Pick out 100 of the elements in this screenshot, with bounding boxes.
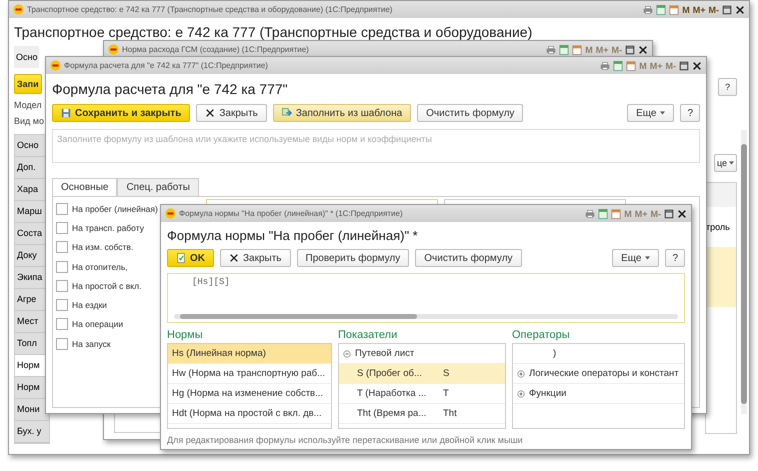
form-heading: Формула нормы "На пробег (линейная)" *	[167, 228, 419, 243]
memory-button[interactable]: M-	[708, 4, 719, 14]
form-tab[interactable]: Осно	[14, 46, 40, 68]
list-item[interactable]: Hg (Норма на изменение собств...	[168, 384, 331, 404]
checkbox[interactable]: На пробег (линейная)	[56, 199, 158, 218]
close-button[interactable]: Закрыть	[220, 249, 291, 267]
code-cell-text: Tht	[443, 407, 457, 421]
list-item[interactable]: Hw (Норма на транспортную раб...	[168, 364, 331, 384]
formula-editor[interactable]: [Hs][S]	[167, 273, 685, 323]
close-icon[interactable]	[638, 44, 648, 54]
close-button[interactable]: Закрыть	[196, 104, 267, 122]
calculator-icon[interactable]	[656, 4, 666, 14]
help-button[interactable]: ?	[680, 104, 700, 122]
primary-button[interactable]: Сохранить и закрыть	[52, 104, 190, 122]
table-row[interactable]	[706, 183, 736, 207]
tree-item: Tht (Время ра...	[357, 407, 428, 421]
expand-icon[interactable]	[517, 390, 525, 398]
tree-item[interactable]: Функции	[529, 384, 566, 403]
collapse-icon[interactable]	[343, 350, 351, 358]
section-title: Нормы	[167, 329, 204, 341]
document-check-icon	[176, 253, 186, 263]
tab[interactable]: Основные	[52, 178, 118, 197]
toolbar-button[interactable]: Проверить формулу	[296, 249, 410, 267]
help-button[interactable]: ?	[665, 249, 685, 267]
table-row[interactable]	[706, 247, 736, 307]
calculator-icon[interactable]	[613, 60, 624, 70]
formula-text: [Hs][S]	[191, 277, 231, 287]
tree-item: T (Наработка ...	[357, 387, 428, 401]
table-cell-text: троль	[706, 221, 731, 234]
section-title: Показатели	[338, 329, 398, 341]
formula-field[interactable]: Заполните формулу из шаблона или укажите используемые виды норм и коэффициенты	[52, 129, 700, 163]
checkbox[interactable]: На простой с вкл.	[56, 276, 158, 296]
calculator-icon[interactable]	[598, 208, 608, 218]
tree-item: S (Пробег об...	[357, 367, 423, 381]
field-label: Вид мо	[14, 116, 44, 126]
toolbar-button[interactable]: Очистить формулу	[415, 249, 522, 267]
tab[interactable]: Спец. работы	[117, 178, 199, 197]
printer-icon[interactable]	[643, 4, 654, 14]
tree-row[interactable]: T (Наработка ... T	[339, 384, 505, 404]
checkbox[interactable]: На трансп. работу	[56, 218, 158, 238]
section-title: Операторы	[512, 329, 571, 341]
more-button[interactable]: Еще	[612, 249, 660, 267]
tree-row[interactable]: S (Пробег об... S	[339, 364, 505, 384]
printer-icon[interactable]	[585, 208, 596, 218]
memory-button[interactable]: M+	[692, 4, 706, 14]
save-button[interactable]: Запи	[14, 74, 42, 94]
tree-row[interactable]: Tht (Время ра... Tht	[339, 404, 505, 424]
logo-icon	[13, 4, 24, 15]
printer-icon[interactable]	[600, 60, 610, 70]
template-button[interactable]: Заполнить из шаблона	[272, 104, 412, 122]
section-item[interactable]: Бух. у	[15, 421, 49, 443]
field-label: Модел	[14, 100, 42, 110]
scrollbar[interactable]	[174, 314, 678, 319]
logo-icon	[50, 60, 61, 71]
maximize-icon[interactable]	[722, 4, 732, 14]
logo-icon	[165, 208, 176, 219]
window-title: Транспортное средство: е 742 ка 777 (Транспортные средства и оборудование) (1С:Предприятие)	[27, 5, 392, 14]
close-icon	[229, 253, 239, 263]
close-icon[interactable]	[692, 60, 702, 70]
toolbar-button[interactable]: Очистить формулу	[417, 104, 524, 122]
close-icon[interactable]	[735, 4, 745, 14]
more-button[interactable]: це	[714, 154, 737, 172]
list-item[interactable]: Hdt (Норма на простой с вкл. дв...	[168, 404, 331, 424]
caret-icon	[660, 111, 666, 115]
close-icon[interactable]	[677, 208, 687, 218]
calendar-icon[interactable]	[626, 60, 636, 70]
primary-button[interactable]: OK	[167, 249, 214, 267]
list-item[interactable]: )	[513, 344, 684, 364]
window-title: Норма расхода ГСМ (создание) (1С:Предприятие)	[122, 45, 309, 54]
maximize-icon[interactable]	[664, 208, 674, 218]
calendar-icon[interactable]	[572, 44, 582, 54]
maximize-icon[interactable]	[679, 60, 689, 70]
code-cell-text: T	[443, 387, 449, 401]
caret-icon	[729, 161, 734, 165]
checkbox[interactable]: На запуск	[56, 334, 158, 354]
window-title: Формула расчета для "е 742 ка 777" (1С:Предприятие)	[64, 61, 268, 70]
tree-item[interactable]: Логические операторы и констант	[529, 364, 679, 383]
tree-item[interactable]: Путевой лист	[355, 344, 414, 363]
calendar-icon[interactable]	[669, 4, 680, 14]
fill-icon	[282, 108, 292, 118]
help-button[interactable]: ?	[718, 78, 737, 96]
expand-icon[interactable]	[517, 370, 525, 378]
list-item[interactable]: Hs (Линейная норма)	[168, 344, 331, 364]
code-cell-text: S	[443, 367, 450, 381]
window-title: Формула нормы "На пробег (линейная)" * (1С:Предприятие)	[179, 209, 403, 218]
logo-icon	[108, 44, 119, 55]
form-heading: Формула расчета для "е 742 ка 777"	[52, 80, 289, 97]
checkbox[interactable]: На операции	[56, 314, 158, 334]
calendar-icon[interactable]	[611, 208, 622, 218]
maximize-icon[interactable]	[625, 44, 635, 54]
more-button[interactable]: Еще	[627, 104, 674, 122]
checkbox[interactable]: На изм. собств.	[56, 238, 158, 257]
checkbox[interactable]: На отопитель,	[56, 256, 158, 276]
section-item[interactable]: Мони	[15, 399, 49, 421]
calculator-icon[interactable]	[559, 44, 570, 54]
memory-button[interactable]: M	[682, 4, 690, 14]
checkbox[interactable]: На ездки	[56, 295, 158, 315]
hint-text: Для редактирования формулы используйте перетаскивание или двойной клик мыши	[167, 435, 524, 445]
scrollbar[interactable]	[741, 130, 747, 414]
printer-icon[interactable]	[546, 44, 556, 54]
